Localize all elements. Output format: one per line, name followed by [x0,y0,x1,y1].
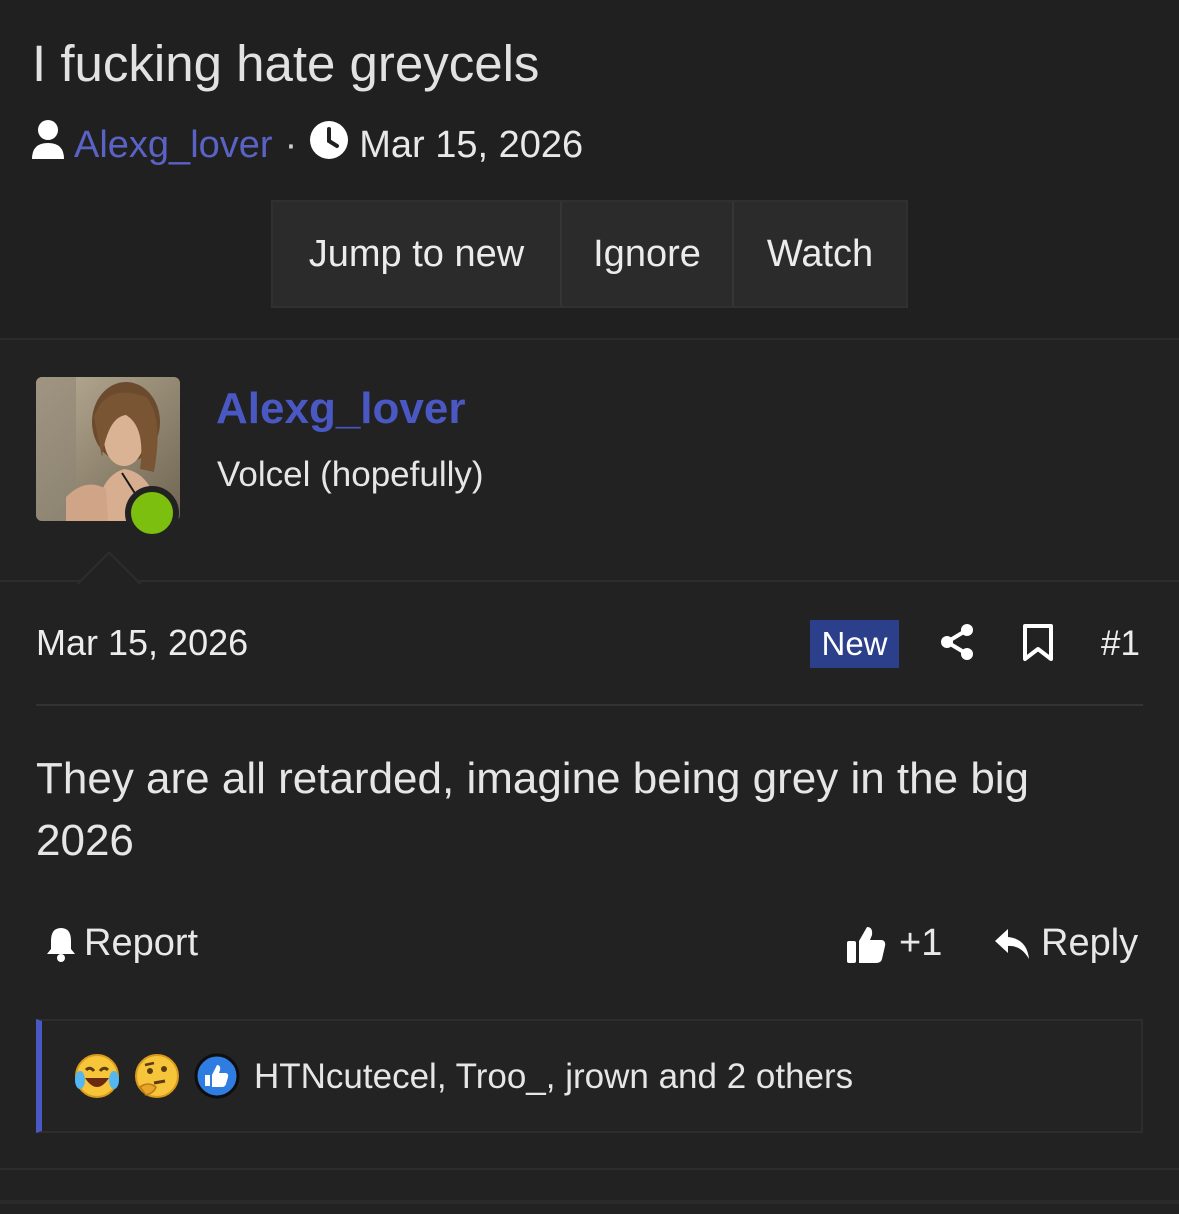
like-count: +1 [899,922,943,964]
user-title: Volcel (hopefully) [217,455,484,494]
post-username[interactable]: Alexg_lover [216,384,465,434]
post-actions: Report +1 Reply [0,918,1179,978]
laughing-crying-emoji-icon [75,1054,119,1098]
clock-icon [309,120,349,170]
watch-button[interactable]: Watch [734,202,906,306]
reply-label: Reply [1041,922,1139,964]
like-button[interactable]: +1 [845,922,942,965]
post-user-block: Alexg_lover Volcel (hopefully) [0,340,1179,584]
bell-icon [47,927,75,962]
reply-button[interactable]: Reply [993,922,1138,965]
meta-separator: · [284,123,298,166]
post-bottom-border [0,1168,1179,1170]
new-badge: New [810,620,899,668]
share-icon[interactable] [940,624,974,660]
post-divider [36,704,1143,706]
reactions-bar[interactable]: HTNcutecel, Troo_, jrown and 2 others [36,1019,1143,1133]
message-pointer-inner [79,554,139,584]
post-body: They are all retarded, imagine being gre… [36,754,1030,865]
online-status-indicator [125,486,179,540]
report-label: Report [84,922,199,964]
thread-header: I fucking hate greycels Alexg_lover · Ma… [0,0,1179,340]
thinking-emoji-icon [135,1054,179,1098]
thread-title: I fucking hate greycels [32,35,540,92]
report-button[interactable]: Report [44,922,198,965]
user-icon [30,119,66,171]
bookmark-icon[interactable] [1022,624,1054,662]
reply-icon [995,928,1029,959]
like-emoji-icon [194,1053,240,1099]
post-number-link[interactable]: #1 [1101,624,1140,664]
ignore-button[interactable]: Ignore [562,202,734,306]
post-date[interactable]: Mar 15, 2026 [36,622,248,664]
thread-date: Mar 15, 2026 [359,123,584,166]
post-meta-bar: Mar 15, 2026 New #1 [0,584,1179,706]
thread-meta: Alexg_lover · Mar 15, 2026 [30,120,583,170]
next-post-border [0,1200,1179,1204]
thread-author-link[interactable]: Alexg_lover [74,124,273,167]
thumbs-up-icon [847,926,886,963]
jump-to-new-button[interactable]: Jump to new [273,202,562,306]
thread-toolbar: Jump to new Ignore Watch [271,200,908,308]
reactions-users[interactable]: HTNcutecel, Troo_, jrown and 2 others [254,1057,853,1097]
